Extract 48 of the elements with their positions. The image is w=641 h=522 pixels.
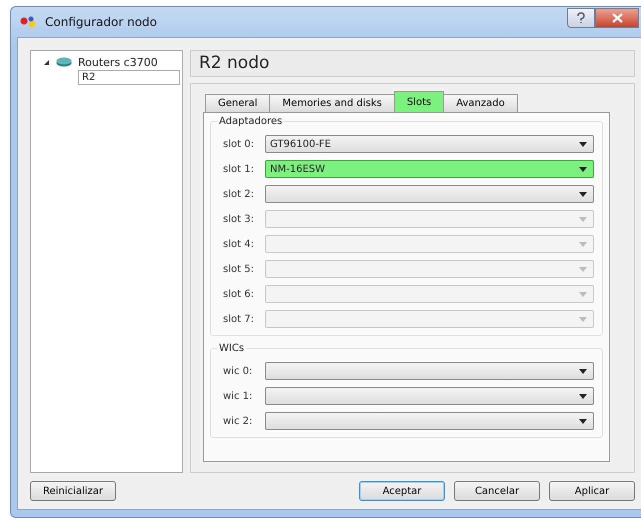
dropdown-arrow-icon [579, 292, 587, 296]
field-label: wic 0: [223, 366, 254, 376]
dropdown-arrow-icon [579, 242, 587, 246]
field-label: wic 1: [223, 390, 254, 402]
tab[interactable]: Avanzado [443, 94, 518, 112]
node-header: R2 nodo [190, 50, 635, 77]
field-label: slot 7: [223, 314, 255, 324]
expand-icon[interactable] [43, 58, 50, 66]
dialog-button[interactable]: Aceptar [359, 481, 445, 501]
dropdown-arrow-icon [579, 266, 587, 272]
tab[interactable]: General [205, 94, 270, 112]
help-icon [576, 12, 586, 24]
field-label: slot 0: [223, 138, 255, 150]
dropdown-arrow-icon [579, 216, 587, 222]
window-title: Configurador nodo [45, 15, 158, 29]
close-icon [612, 13, 622, 23]
tree-item[interactable]: R2 [78, 70, 180, 85]
field-label: wic 2: [223, 416, 254, 426]
dropdown-arrow-icon [579, 368, 587, 374]
field-label: slot 4: [223, 238, 255, 250]
tab[interactable]: Memories and disks [269, 94, 395, 112]
dropdown[interactable] [265, 185, 594, 203]
dropdown-arrow-icon [579, 142, 587, 146]
dropdown-arrow-icon [579, 192, 587, 196]
dropdown[interactable] [265, 412, 594, 430]
dropdown-arrow-icon [579, 418, 587, 424]
dropdown[interactable] [265, 387, 594, 405]
dropdown-arrow-icon [579, 316, 587, 322]
tab[interactable]: Slots [394, 91, 444, 112]
field-label: slot 5: [223, 264, 255, 274]
group-title: Adaptadores [217, 116, 284, 127]
dropdown[interactable] [265, 362, 594, 380]
field-label: slot 1: [223, 164, 255, 174]
tree-item[interactable]: Routers c3700 [78, 56, 158, 68]
dialog-button[interactable]: Cancelar [454, 481, 540, 501]
field-label: slot 2: [223, 188, 255, 200]
router-icon [56, 57, 72, 67]
group-title: WICs [217, 343, 246, 354]
reset-button[interactable]: Reinicializar [30, 481, 116, 501]
close-button[interactable] [595, 8, 639, 28]
help-button[interactable] [567, 8, 595, 28]
dropdown[interactable]: NM-16ESW [265, 160, 594, 178]
dialog-button[interactable]: Aplicar [549, 481, 635, 501]
field-label: slot 3: [223, 214, 255, 224]
dropdown-arrow-icon [579, 166, 587, 172]
field-label: slot 6: [223, 288, 255, 300]
dropdown-arrow-icon [579, 394, 587, 398]
dropdown[interactable]: GT96100-FE [265, 135, 594, 153]
